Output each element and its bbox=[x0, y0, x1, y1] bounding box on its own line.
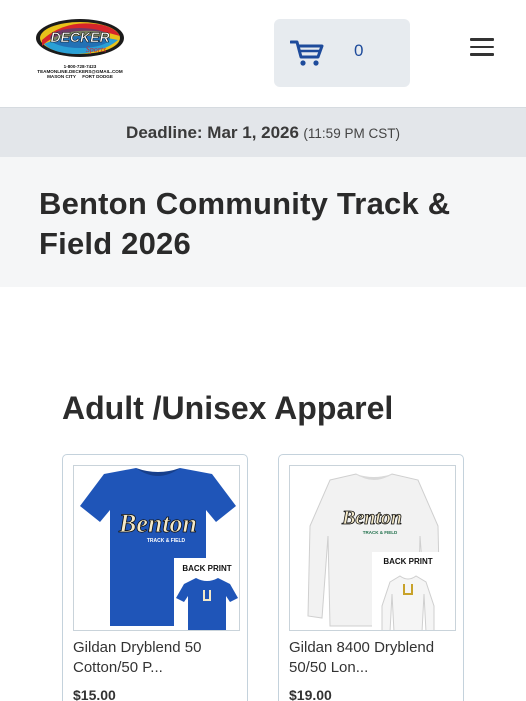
deadline-time: (11:59 PM CST) bbox=[303, 126, 400, 141]
logo-wordmark: DECKER bbox=[50, 29, 110, 45]
product-name[interactable]: Gildan 8400 Dryblend 50/50 Lon... bbox=[289, 638, 459, 678]
hamburger-menu-button[interactable] bbox=[466, 38, 498, 64]
hamburger-line bbox=[470, 53, 494, 56]
logo-script: Sports bbox=[86, 45, 106, 54]
deadline-date: Deadline: Mar 1, 2026 bbox=[126, 123, 299, 142]
deadline-banner: Deadline: Mar 1, 2026 (11:59 PM CST) bbox=[0, 108, 526, 157]
product-price: $15.00 bbox=[73, 687, 116, 701]
logo-contact: 1-800-728-7423 TEAMONLINE.DECKERS@GMAIL.… bbox=[30, 64, 130, 80]
tshirt-image: Benton TRACK & FIELD BACK PRINT bbox=[80, 468, 239, 630]
shirt-front-subtext: TRACK & FIELD bbox=[363, 530, 398, 535]
logo-cities: MASON CITY FORT DODGE bbox=[30, 74, 130, 79]
logo-city-2: FORT DODGE bbox=[82, 74, 113, 80]
site-header: DECKER Sports 1-800-728-7423 TEAMONLINE.… bbox=[0, 0, 526, 108]
logo-city-1: MASON CITY bbox=[47, 74, 76, 80]
shopping-cart-icon bbox=[290, 40, 324, 66]
product-image[interactable]: Benton TRACK & FIELD BACK PRINT bbox=[289, 465, 456, 631]
hamburger-line bbox=[470, 45, 494, 48]
cart-button[interactable]: 0 bbox=[274, 19, 410, 87]
logo-graphic: DECKER Sports bbox=[36, 19, 124, 57]
hamburger-menu-icon bbox=[470, 38, 494, 41]
product-name[interactable]: Gildan Dryblend 50 Cotton/50 P... bbox=[73, 638, 243, 678]
section-title: Adult /Unisex Apparel bbox=[62, 390, 394, 426]
product-price: $19.00 bbox=[289, 687, 332, 701]
store-title-band: Benton Community Track & Field 2026 bbox=[0, 157, 526, 287]
longsleeve-image: Benton TRACK & FIELD BACK PRINT bbox=[307, 473, 455, 630]
product-image[interactable]: Benton TRACK & FIELD BACK PRINT bbox=[73, 465, 240, 631]
shirt-front-subtext: TRACK & FIELD bbox=[147, 538, 186, 544]
shirt-front-text: Benton bbox=[118, 509, 197, 538]
page-title: Benton Community Track & Field 2026 bbox=[39, 186, 451, 261]
shirt-front-text: Benton bbox=[341, 507, 402, 529]
back-print-label: BACK PRINT bbox=[383, 557, 432, 566]
product-card[interactable]: Benton TRACK & FIELD BACK PRINT Gildan 8… bbox=[278, 454, 464, 701]
back-print-label: BACK PRINT bbox=[182, 564, 231, 573]
cart-count: 0 bbox=[354, 41, 364, 60]
product-card[interactable]: Benton TRACK & FIELD BACK PRINT Gildan D… bbox=[62, 454, 248, 701]
